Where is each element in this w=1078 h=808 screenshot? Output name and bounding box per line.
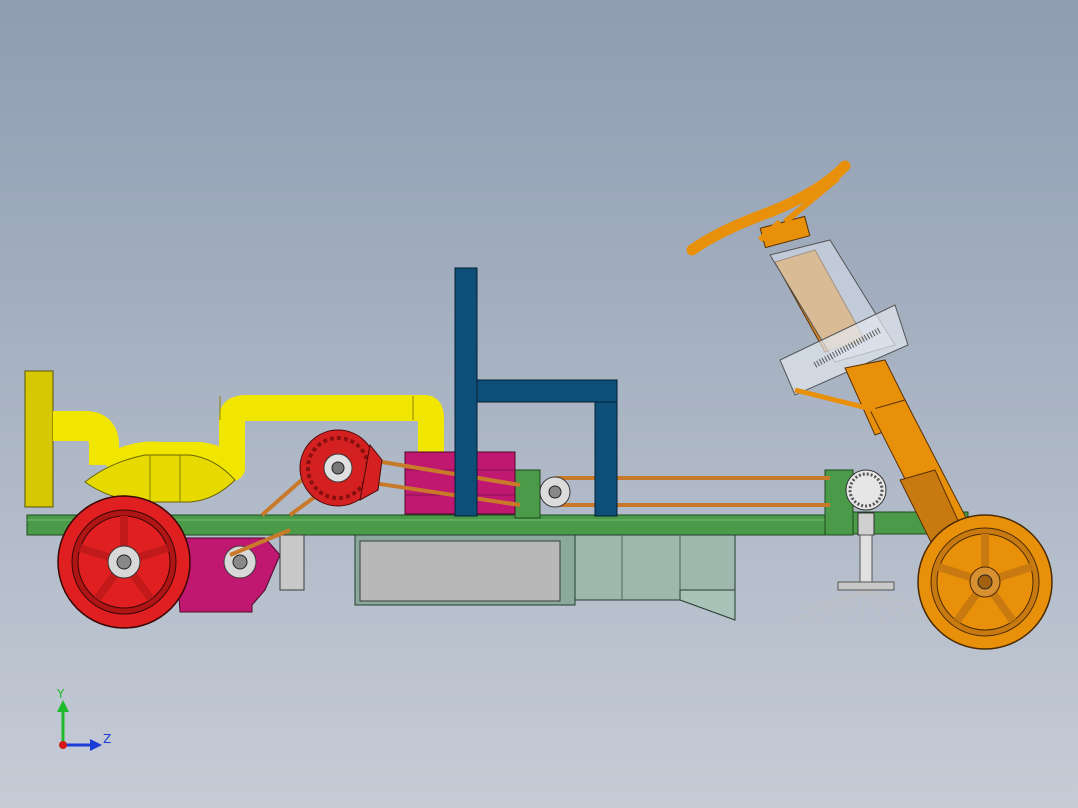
mid-pulley: [539, 476, 571, 508]
brush-bristles: [784, 589, 936, 626]
exhaust-pipe-left: [53, 411, 119, 465]
damper: [279, 534, 305, 591]
rear-gearbox[interactable]: [174, 537, 281, 613]
y-axis-label: Y: [57, 687, 65, 701]
reference-triad: [57, 700, 102, 751]
rear-wheel[interactable]: [57, 495, 191, 629]
engine-flywheel[interactable]: [299, 429, 383, 507]
graphics-viewport[interactable]: Y Z: [0, 0, 1078, 808]
storage-tank[interactable]: [354, 534, 736, 621]
front-wheel[interactable]: [917, 514, 1053, 650]
mid-bearing-block: [514, 469, 541, 519]
z-axis-label: Z: [103, 732, 112, 746]
tank-window: [359, 540, 561, 602]
exhaust-end-plate: [24, 370, 54, 508]
x-axis-point: [59, 741, 67, 749]
tank-flap: [679, 589, 736, 621]
cad-model[interactable]: [0, 0, 1078, 808]
